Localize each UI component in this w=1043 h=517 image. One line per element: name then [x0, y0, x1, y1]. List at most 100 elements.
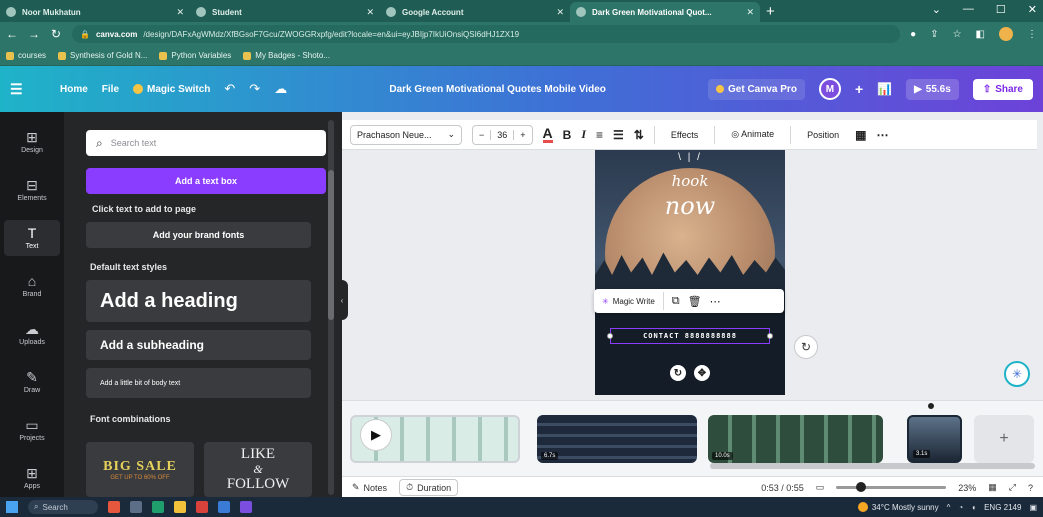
volume-icon[interactable]: ◖ [971, 503, 976, 512]
file-explorer-icon[interactable] [174, 501, 186, 513]
contact-text-selection[interactable]: CONTACT 8888888888 [610, 328, 770, 344]
move-handle-icon[interactable]: ✥ [694, 365, 710, 381]
position-button[interactable]: Position [801, 126, 845, 144]
playhead-marker[interactable] [928, 403, 934, 409]
bold-icon[interactable]: B [563, 128, 572, 142]
taskbar-search[interactable]: ⌕ Search [28, 500, 98, 514]
collapse-panel-handle[interactable]: ‹ [336, 280, 348, 320]
font-combo-big-sale[interactable]: BIG SALE GET UP TO 60% OFF [86, 442, 194, 497]
italic-icon[interactable]: I [581, 127, 586, 142]
play-preview-button[interactable]: ▶ 55.6s [906, 78, 959, 100]
rail-item-brand[interactable]: ⌂ Brand [4, 268, 60, 304]
timeline-clip-selected[interactable]: 3.1s [907, 415, 962, 463]
animate-button[interactable]: ◎ Animate [725, 125, 780, 144]
timeline-clip[interactable]: 10.0s [708, 415, 883, 463]
get-pro-button[interactable]: Get Canva Pro [708, 78, 805, 100]
extension-icon[interactable]: ● [910, 29, 916, 40]
notification-icon[interactable]: ▣ [1029, 503, 1037, 512]
add-subheading-button[interactable]: Add a subheading [86, 330, 311, 360]
decrease-size-button[interactable]: − [473, 130, 490, 140]
url-field[interactable]: 🔒 canva.com/design/DAFxAgWMdz/XfBGsoF7Gc… [72, 25, 901, 43]
weather-widget[interactable]: 34°C Mostly sunny [857, 502, 939, 512]
browser-tab-active[interactable]: Dark Green Motivational Quot... ✕ [570, 2, 760, 22]
resize-handle[interactable] [767, 333, 773, 339]
transparency-icon[interactable]: ▦ [855, 128, 866, 142]
document-title[interactable]: Dark Green Motivational Quotes Mobile Vi… [301, 84, 694, 95]
redo-icon[interactable]: ↷ [249, 81, 260, 97]
app-icon[interactable] [108, 501, 120, 513]
edge-icon[interactable] [152, 501, 164, 513]
screen-icon[interactable]: ▭ [816, 482, 825, 493]
close-tab-icon[interactable]: ✕ [366, 7, 374, 18]
contact-text[interactable]: CONTACT 8888888888 [643, 332, 737, 340]
more-options-icon[interactable]: ⋯ [876, 128, 888, 142]
network-icon[interactable]: ◔ [958, 503, 963, 512]
bookmark-item[interactable]: Python Variables [159, 51, 231, 60]
help-icon[interactable]: ? [1028, 483, 1033, 493]
notes-button[interactable]: ✎ Notes [352, 482, 387, 493]
chrome-icon[interactable] [196, 501, 208, 513]
zoom-slider[interactable] [836, 482, 947, 492]
close-tab-icon[interactable]: ✕ [176, 7, 184, 18]
now-text[interactable]: now [595, 192, 785, 220]
trash-icon[interactable]: 🗑 [688, 295, 702, 308]
duration-button[interactable]: ⏱ Duration [399, 479, 459, 496]
zoom-slider-knob[interactable] [856, 482, 867, 492]
cloud-save-icon[interactable]: ☁ [274, 81, 287, 97]
rail-item-design[interactable]: ⊞ Design [4, 124, 60, 160]
bookmark-item[interactable]: courses [6, 51, 46, 60]
windows-start-icon[interactable] [6, 501, 18, 513]
panel-scrollbar[interactable] [328, 120, 334, 495]
fullscreen-icon[interactable]: ⤢ [1009, 482, 1016, 493]
browser-tab[interactable]: Student ✕ [190, 2, 380, 22]
timeline-play-button[interactable]: ▶ [360, 419, 392, 451]
star-icon[interactable]: ☆ [953, 29, 962, 40]
bookmark-item[interactable]: Synthesis of Gold N... [58, 51, 147, 60]
menu-kebab-icon[interactable]: ⋮ [1027, 29, 1037, 40]
spacing-icon[interactable]: ⇅ [634, 128, 644, 142]
rail-item-projects[interactable]: ▭ Projects [4, 412, 60, 448]
app-icon[interactable] [240, 501, 252, 513]
more-options-icon[interactable]: ⋯ [710, 295, 721, 308]
tray-chevron-icon[interactable]: ^ [947, 503, 951, 512]
home-button[interactable]: Home [60, 84, 88, 95]
sidepanel-icon[interactable]: ◧ [976, 29, 985, 40]
timeline-clip[interactable]: 6.7s [537, 415, 697, 463]
rail-item-apps[interactable]: ⊞ Apps [4, 460, 60, 496]
search-input[interactable]: ⌕ Search text [86, 130, 326, 156]
font-selector[interactable]: Prachason Neue... ⌄ [350, 124, 462, 145]
dropdown-icon[interactable]: ⌄ [932, 3, 941, 16]
rail-item-elements[interactable]: ⊟ Elements [4, 172, 60, 208]
rail-item-text[interactable]: T Text [4, 220, 60, 256]
magic-switch-button[interactable]: Magic Switch [133, 84, 210, 95]
task-view-icon[interactable] [130, 501, 142, 513]
browser-tab[interactable]: Google Account ✕ [380, 2, 570, 22]
refresh-icon[interactable]: ↻ [794, 335, 818, 359]
rotate-handle-icon[interactable]: ↻ [670, 365, 686, 381]
close-window-icon[interactable]: ✕ [1028, 3, 1037, 16]
design-page[interactable]: \ | / hook now CONTACT 8888888888 ↻ ✥ [595, 150, 785, 395]
zoom-level[interactable]: 23% [958, 483, 976, 493]
bookmark-item[interactable]: My Badges - Shoto... [243, 51, 330, 60]
undo-icon[interactable]: ↶ [224, 81, 235, 97]
list-icon[interactable]: ☰ [613, 128, 624, 142]
back-icon[interactable]: ← [6, 27, 18, 41]
hook-text[interactable]: hook [595, 172, 785, 190]
store-icon[interactable] [218, 501, 230, 513]
duplicate-icon[interactable]: ⧉ [672, 295, 680, 308]
add-heading-button[interactable]: Add a heading [86, 280, 311, 322]
rail-item-uploads[interactable]: ☁ Uploads [4, 316, 60, 352]
scrollbar-thumb[interactable] [328, 170, 334, 320]
hamburger-menu-icon[interactable]: ☰ [10, 81, 46, 98]
reload-icon[interactable]: ↻ [50, 27, 62, 41]
browser-tab[interactable]: Noor Mukhatun ✕ [0, 2, 190, 22]
close-tab-icon[interactable]: ✕ [746, 7, 754, 18]
align-icon[interactable]: ≡ [596, 128, 603, 142]
maximize-icon[interactable]: ☐ [996, 3, 1006, 16]
increase-size-button[interactable]: + [514, 130, 531, 140]
font-combo-like-follow[interactable]: LIKE & FOLLOW [204, 442, 312, 497]
add-body-text-button[interactable]: Add a little bit of body text [86, 368, 311, 398]
add-collaborator-icon[interactable]: + [855, 81, 863, 97]
share-page-icon[interactable]: ⇪ [930, 29, 938, 40]
magic-write-button[interactable]: ✳ Magic Write [602, 297, 655, 306]
